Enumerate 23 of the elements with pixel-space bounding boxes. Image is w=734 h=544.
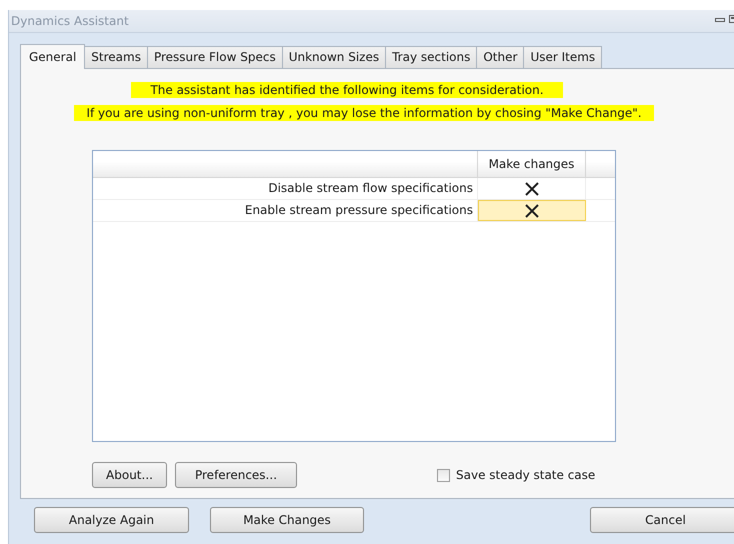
make-change-cell[interactable]	[478, 200, 586, 221]
table-cell: Disable stream flow specifications	[93, 178, 478, 199]
preferences-button[interactable]: Preferences...	[175, 462, 297, 488]
tab[interactable]: Streams	[84, 46, 148, 68]
dialog-button[interactable]: Make Changes	[210, 507, 364, 533]
dialog-button[interactable]: Cancel	[590, 507, 734, 533]
tab[interactable]: Other	[476, 46, 524, 68]
notice-text: The assistant has identified the following items for consideration.	[131, 82, 563, 98]
checkbox[interactable]	[437, 468, 450, 482]
window-title: Dynamics Assistant	[11, 14, 129, 28]
tab[interactable]: Unknown Sizes	[282, 46, 386, 68]
about-button[interactable]: About...	[92, 462, 167, 488]
tab[interactable]: General	[20, 44, 86, 69]
x-mark-icon	[525, 204, 539, 218]
minimize-icon[interactable]	[715, 15, 725, 23]
tab[interactable]: User Items	[523, 46, 602, 68]
tab[interactable]: Pressure Flow Specs	[146, 46, 283, 68]
column-header: Make changes	[478, 151, 586, 177]
tab[interactable]: Tray sections	[385, 46, 478, 68]
checkbox-label: Save steady state case	[456, 468, 596, 482]
dialog-button[interactable]: Analyze Again	[34, 507, 189, 533]
x-mark-icon	[524, 182, 538, 196]
notice-text: If you are using non-uniform tray , you may lose the information by chosing "Make Change".	[74, 105, 654, 121]
